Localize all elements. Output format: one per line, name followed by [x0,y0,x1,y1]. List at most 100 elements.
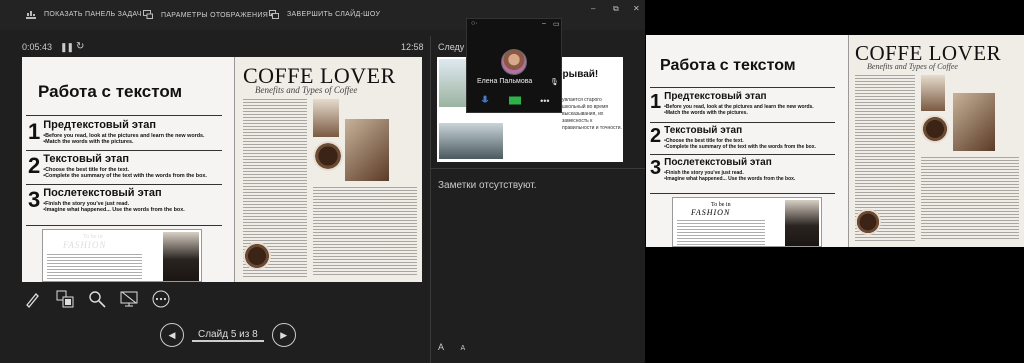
next-slide-label: Следу [438,42,465,52]
avatar [501,49,527,75]
article-text-block [313,187,417,277]
arrow-right-icon: ▶ [280,329,288,340]
coffee-photo-small [313,99,339,137]
presenter-tools [24,290,170,308]
elapsed-timer: 0:05:43 [22,42,53,52]
caller-name: Елена Пальмова [477,78,533,85]
coffee-subtitle: Benefits and Types of Coffee [255,85,358,95]
stage-1: 1 Предтекстовый этап •Before you read, l… [650,91,814,116]
call-controls: ••• [471,93,559,109]
display-settings-icon [143,10,153,19]
divider [26,225,222,226]
divider [26,184,222,185]
stage-number: 1 [650,91,662,113]
coffee-photo [345,119,389,181]
stage-heading: Текстовый этап [664,125,743,136]
divider [650,87,835,88]
divider [650,122,835,123]
microphone-icon[interactable] [480,92,490,110]
coffee-cup-photo [921,115,949,143]
stage-number: 2 [650,125,662,147]
stage-line: •Complete the summary of the text with t… [43,173,207,179]
black-screen-icon[interactable] [120,290,138,308]
slide-counter[interactable]: Слайд 5 из 8 [192,329,264,342]
stage-number: 3 [28,187,41,212]
pane-divider [430,36,431,363]
increase-font-button[interactable]: A [438,342,444,352]
slide-title: Работа с текстом [660,57,796,74]
stage-heading: Послетекстовый этап [664,157,772,168]
clock: 12:58 [401,42,424,52]
classroom-photo [439,123,503,159]
font-size-controls: A A [438,342,479,352]
stage-heading: Предтекстовый этап [43,119,156,131]
stage-line: •Match the words with the pictures. [43,139,134,145]
more-call-options-icon[interactable]: ••• [540,96,549,106]
divider [26,115,222,116]
slide-navigation: ◀ Слайд 5 из 8 ▶ [160,323,296,347]
coffee-photo-small [921,75,945,111]
divider [650,193,835,194]
zoom-icon[interactable] [88,290,106,308]
fashion-word: FASHION [691,208,731,217]
show-taskbar-label: ПОКАЗАТЬ ПАНЕЛЬ ЗАДАЧ [44,11,142,18]
expand-call-icon[interactable]: ▭ [553,20,560,28]
stage-2: 2 Текстовый этап •Choose the best title … [650,125,816,150]
stage-2: 2 Текстовый этап •Choose the best title … [28,153,207,179]
arrow-left-icon: ◀ [168,329,176,340]
speaker-notes: Заметки отсутствуют. [438,180,537,191]
more-options-icon[interactable] [152,290,170,308]
model-photo [785,200,819,246]
coffee-cup-photo [243,242,271,270]
next-slide-button[interactable]: ▶ [271,323,296,347]
coffee-magazine: COFFE LOVER Benefits and Types of Coffee [848,35,1024,247]
stage-number: 1 [28,119,41,144]
coffee-photo [953,93,995,151]
stage-number: 2 [28,153,41,178]
pen-icon[interactable] [24,290,42,308]
all-slides-icon[interactable] [56,290,74,308]
close-icon[interactable]: ✕ [633,4,640,13]
taskbar-icon [26,10,36,19]
fashion-article: To be in FASHION [42,229,202,282]
camera-icon[interactable] [509,92,522,110]
display-settings-label: ПАРАМЕТРЫ ОТОБРАЖЕНИЯ ▾ [161,11,275,19]
stage-1: 1 Предтекстовый этап •Before you read, l… [28,119,205,145]
stage-heading: Послетекстовый этап [43,187,162,199]
slide-title: Работа с текстом [38,82,183,101]
reset-timer-icon[interactable]: ↻ [76,41,84,52]
coffee-magazine: COFFE LOVER Benefits and Types of Coffee [234,57,422,282]
notes-divider [431,168,645,169]
audience-slide: Работа с текстом 1 Предтекстовый этап •B… [646,35,1024,247]
stage-heading: Предтекстовый этап [664,91,767,102]
minimize-call-icon[interactable]: – [542,20,546,27]
display-settings-button[interactable]: ПАРАМЕТРЫ ОТОБРАЖЕНИЯ ▾ [143,10,274,19]
stage-line: •Complete the summary of the text with t… [664,144,816,150]
divider [26,150,222,151]
coffee-cup-photo [313,141,343,171]
video-call-window[interactable]: ○· – ▭ Елена Пальмова 🎙 ••• [466,18,562,113]
coffee-cup-photo [855,209,881,235]
stage-number: 3 [650,157,662,179]
end-slideshow-button[interactable]: ЗАВЕРШИТЬ СЛАЙД-ШОУ [269,10,380,19]
show-taskbar-button[interactable]: ПОКАЗАТЬ ПАНЕЛЬ ЗАДАЧ [26,10,142,19]
article-text-block [921,157,1019,241]
minimize-icon[interactable]: – [591,4,595,13]
decrease-font-button[interactable]: A [461,345,466,352]
restore-icon[interactable]: ⧉ [613,4,619,14]
call-titlebar: ○· – ▭ [467,19,563,33]
previous-slide-button[interactable]: ◀ [160,323,184,347]
current-slide: Работа с текстом 1 Предтекстовый этап •B… [22,57,422,282]
next-slide-headline: ерывай! [557,69,599,80]
article-text-block [677,220,765,246]
caller-mic-icon: 🎙 [550,79,559,86]
pause-icon[interactable]: ❚❚ [60,42,74,53]
stage-3: 3 Послетекстовый этап •Finish the story … [650,157,795,182]
model-photo [163,232,199,281]
divider [650,154,835,155]
fashion-article: To be in FASHION [672,197,822,247]
end-slideshow-label: ЗАВЕРШИТЬ СЛАЙД-ШОУ [287,11,381,18]
stage-line: •Match the words with the pictures. [664,110,748,116]
stage-heading: Текстовый этап [43,153,130,165]
fashion-word: FASHION [63,240,107,250]
